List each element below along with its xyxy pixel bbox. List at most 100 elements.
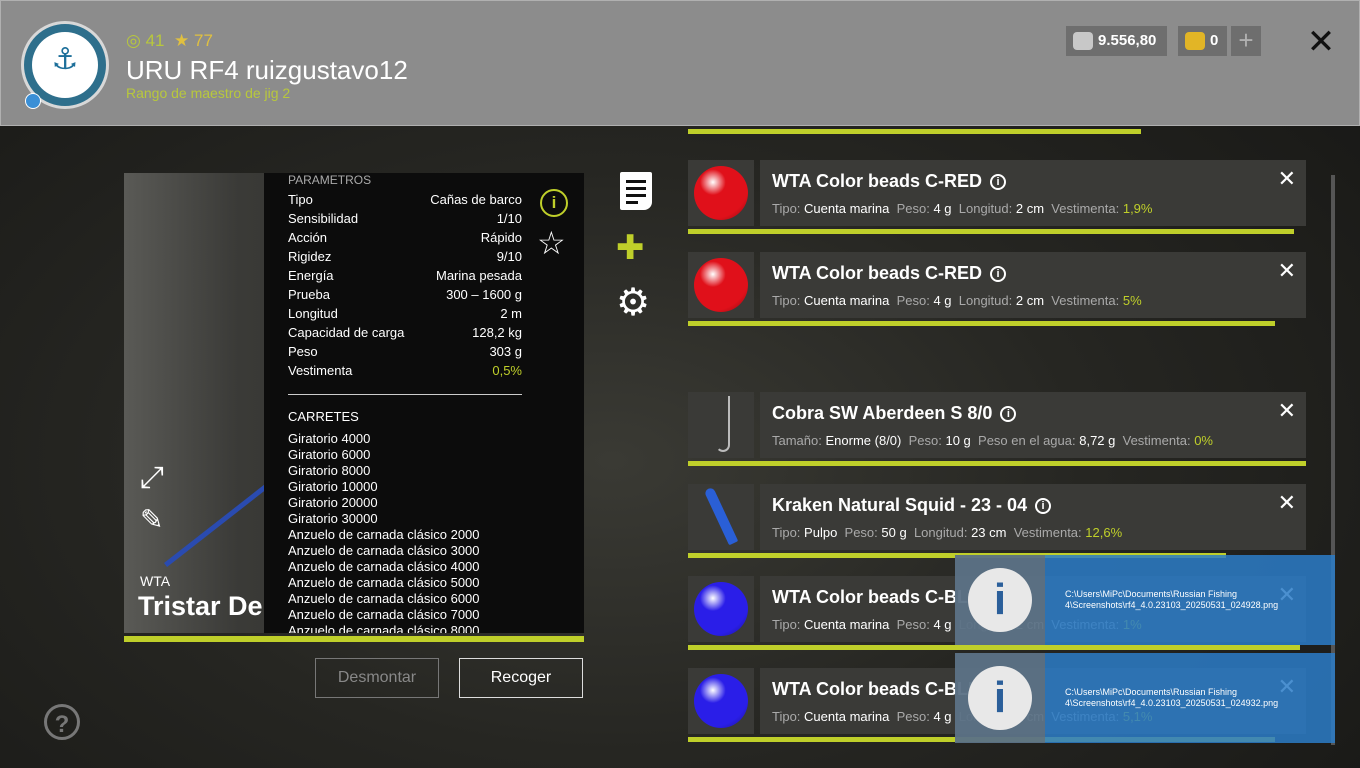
remove-item-icon[interactable]: ✕	[1278, 166, 1296, 192]
param-row: Energía Marina pesada	[288, 268, 522, 287]
gold-value: 0	[1210, 32, 1219, 49]
rod-condition-bar	[124, 636, 584, 642]
param-value: 0,5%	[492, 363, 522, 378]
remove-item-icon[interactable]: ✕	[1278, 398, 1296, 424]
info-icon[interactable]: i	[990, 266, 1006, 282]
anchor-icon: ⚓	[51, 43, 79, 76]
gold-balance: 0	[1178, 26, 1227, 56]
silver-balance: 9.556,80	[1066, 26, 1167, 56]
param-value: Marina pesada	[436, 268, 522, 283]
list-item[interactable]: Kraken Natural Squid - 23 - 04 i Tipo: Pul…	[688, 484, 1306, 558]
notes-icon[interactable]	[620, 172, 652, 210]
remove-item-icon[interactable]: ✕	[1278, 258, 1296, 284]
stars-stat: ★ 77	[174, 31, 213, 51]
silver-value: 9.556,80	[1098, 32, 1157, 49]
notification-icon-box: i	[955, 555, 1045, 645]
star-rank-icon: ★	[174, 31, 190, 50]
bead-icon	[694, 674, 748, 728]
param-row: Capacidad de carga 128,2 kg	[288, 325, 522, 344]
param-label: Energía	[288, 268, 334, 283]
item-name: WTA Color beads C-RED i	[772, 263, 1006, 284]
param-value: Cañas de barco	[430, 192, 522, 207]
item-thumbnail	[688, 668, 754, 734]
item-details: Kraken Natural Squid - 23 - 04 i Tipo: Pul…	[760, 484, 1306, 550]
param-value: Rápido	[480, 230, 522, 245]
remove-item-icon[interactable]: ✕	[1278, 490, 1296, 516]
gear-icon[interactable]: ⚙	[616, 284, 650, 322]
param-row: Rigidez 9/10	[288, 249, 522, 268]
help-icon[interactable]: ?	[44, 704, 80, 740]
item-thumbnail	[688, 160, 754, 226]
item-thumbnail	[688, 392, 754, 458]
reels-title: CARRETES	[288, 409, 359, 424]
param-row: Acción Rápido	[288, 230, 522, 249]
globe-icon	[25, 93, 41, 109]
item-details: WTA Color beads C-RED i Tipo: Cuenta marin…	[760, 252, 1306, 318]
list-item[interactable]: WTA Color beads C-RED i Tipo: Cuenta marin…	[688, 252, 1306, 326]
reel-compat-item: Anzuelo de carnada clásico 6000	[288, 591, 480, 606]
player-name: URU RF4 ruizgustavo12	[126, 55, 408, 85]
reel-compat-item: Anzuelo de carnada clásico 3000	[288, 543, 480, 558]
player-rank: Rango de maestro de jig 2	[126, 85, 291, 101]
screenshot-notification[interactable]: i C:\Users\MiPc\Documents\Russian Fishing…	[955, 653, 1335, 743]
level-icon: ◎	[126, 31, 141, 50]
favorite-star-icon[interactable]: ☆	[537, 227, 566, 259]
rod-parameters-panel[interactable]: PARAMETROS Tipo Cañas de barco Sensibilida…	[264, 173, 584, 633]
notification-icon-box: i	[955, 653, 1045, 743]
item-condition-bar	[688, 461, 1306, 466]
hook-icon	[716, 396, 730, 452]
param-value: 1/10	[496, 211, 522, 226]
reel-compat-item: Giratorio 6000	[288, 447, 371, 462]
params-divider	[288, 394, 522, 395]
close-button[interactable]: ✕	[1301, 23, 1341, 63]
stars-value: 77	[193, 31, 213, 50]
level-value: 41	[145, 31, 165, 50]
param-label: Tipo	[288, 192, 313, 207]
list-item[interactable]: Cobra SW Aberdeen S 8/0 i Tamaño: Enorme (…	[688, 392, 1306, 466]
params-title: PARAMETROS	[288, 173, 372, 187]
reel-compat-item: Anzuelo de carnada clásico 4000	[288, 559, 480, 574]
list-item[interactable]: WTA Color beads C-RED i Tipo: Cuenta marin…	[688, 160, 1306, 234]
add-gold-button[interactable]: +	[1231, 26, 1261, 56]
reel-compat-item: Anzuelo de carnada clásico 8000	[288, 623, 480, 633]
item-name: WTA Color beads C-RED i	[772, 171, 1006, 192]
param-row: Prueba 300 – 1600 g	[288, 287, 522, 306]
item-details: Cobra SW Aberdeen S 8/0 i Tamaño: Enorme (…	[760, 392, 1306, 458]
info-icon[interactable]: i	[1000, 406, 1017, 422]
info-icon[interactable]: i	[540, 189, 568, 217]
rod-brand: WTA	[140, 573, 171, 589]
param-value: 2 m	[500, 306, 522, 321]
profile-header: ⚓ ◎ 41 ★ 77 URU RF4 ruizgustavo12 Rango …	[0, 0, 1360, 126]
info-icon[interactable]: i	[990, 174, 1006, 190]
param-label: Vestimenta	[288, 363, 353, 378]
notification-text: C:\Users\MiPc\Documents\Russian Fishing 4…	[1065, 687, 1279, 708]
param-row: Vestimenta 0,5%	[288, 363, 522, 382]
collect-button[interactable]: Recoger	[459, 658, 583, 698]
info-icon[interactable]: i	[1035, 498, 1052, 514]
item-thumbnail	[688, 252, 754, 318]
reel-compat-item: Anzuelo de carnada clásico 7000	[288, 607, 480, 622]
param-row: Sensibilidad 1/10	[288, 211, 522, 230]
item-thumbnail	[688, 484, 754, 550]
dismantle-button[interactable]: Desmontar	[315, 658, 439, 698]
silver-coins-icon	[1073, 32, 1093, 50]
param-label: Prueba	[288, 287, 330, 302]
edit-icon[interactable]: ✎	[140, 503, 163, 536]
param-value: 9/10	[496, 249, 522, 264]
item-thumbnail	[688, 576, 754, 642]
param-label: Capacidad de carga	[288, 325, 405, 340]
puzzle-icon[interactable]: ✚	[616, 230, 645, 266]
item-name: Cobra SW Aberdeen S 8/0 i	[772, 403, 1017, 424]
item-stats: Tipo: Cuenta marina Peso: 4 g Longitud: …	[772, 201, 1153, 216]
param-value: 128,2 kg	[472, 325, 522, 340]
expand-icon[interactable]: ⤢	[140, 461, 164, 495]
screenshot-notification[interactable]: i C:\Users\MiPc\Documents\Russian Fishing…	[955, 555, 1335, 645]
reel-compat-item: Giratorio 4000	[288, 431, 371, 446]
level-stat: ◎ 41	[126, 31, 165, 51]
param-label: Peso	[288, 344, 318, 359]
reel-compat-item: Giratorio 8000	[288, 463, 371, 478]
param-label: Longitud	[288, 306, 338, 321]
reel-compat-item: Giratorio 30000	[288, 511, 378, 526]
item-stats: Tipo: Pulpo Peso: 50 g Longitud: 23 cm V…	[772, 525, 1123, 540]
bead-icon	[694, 258, 748, 312]
